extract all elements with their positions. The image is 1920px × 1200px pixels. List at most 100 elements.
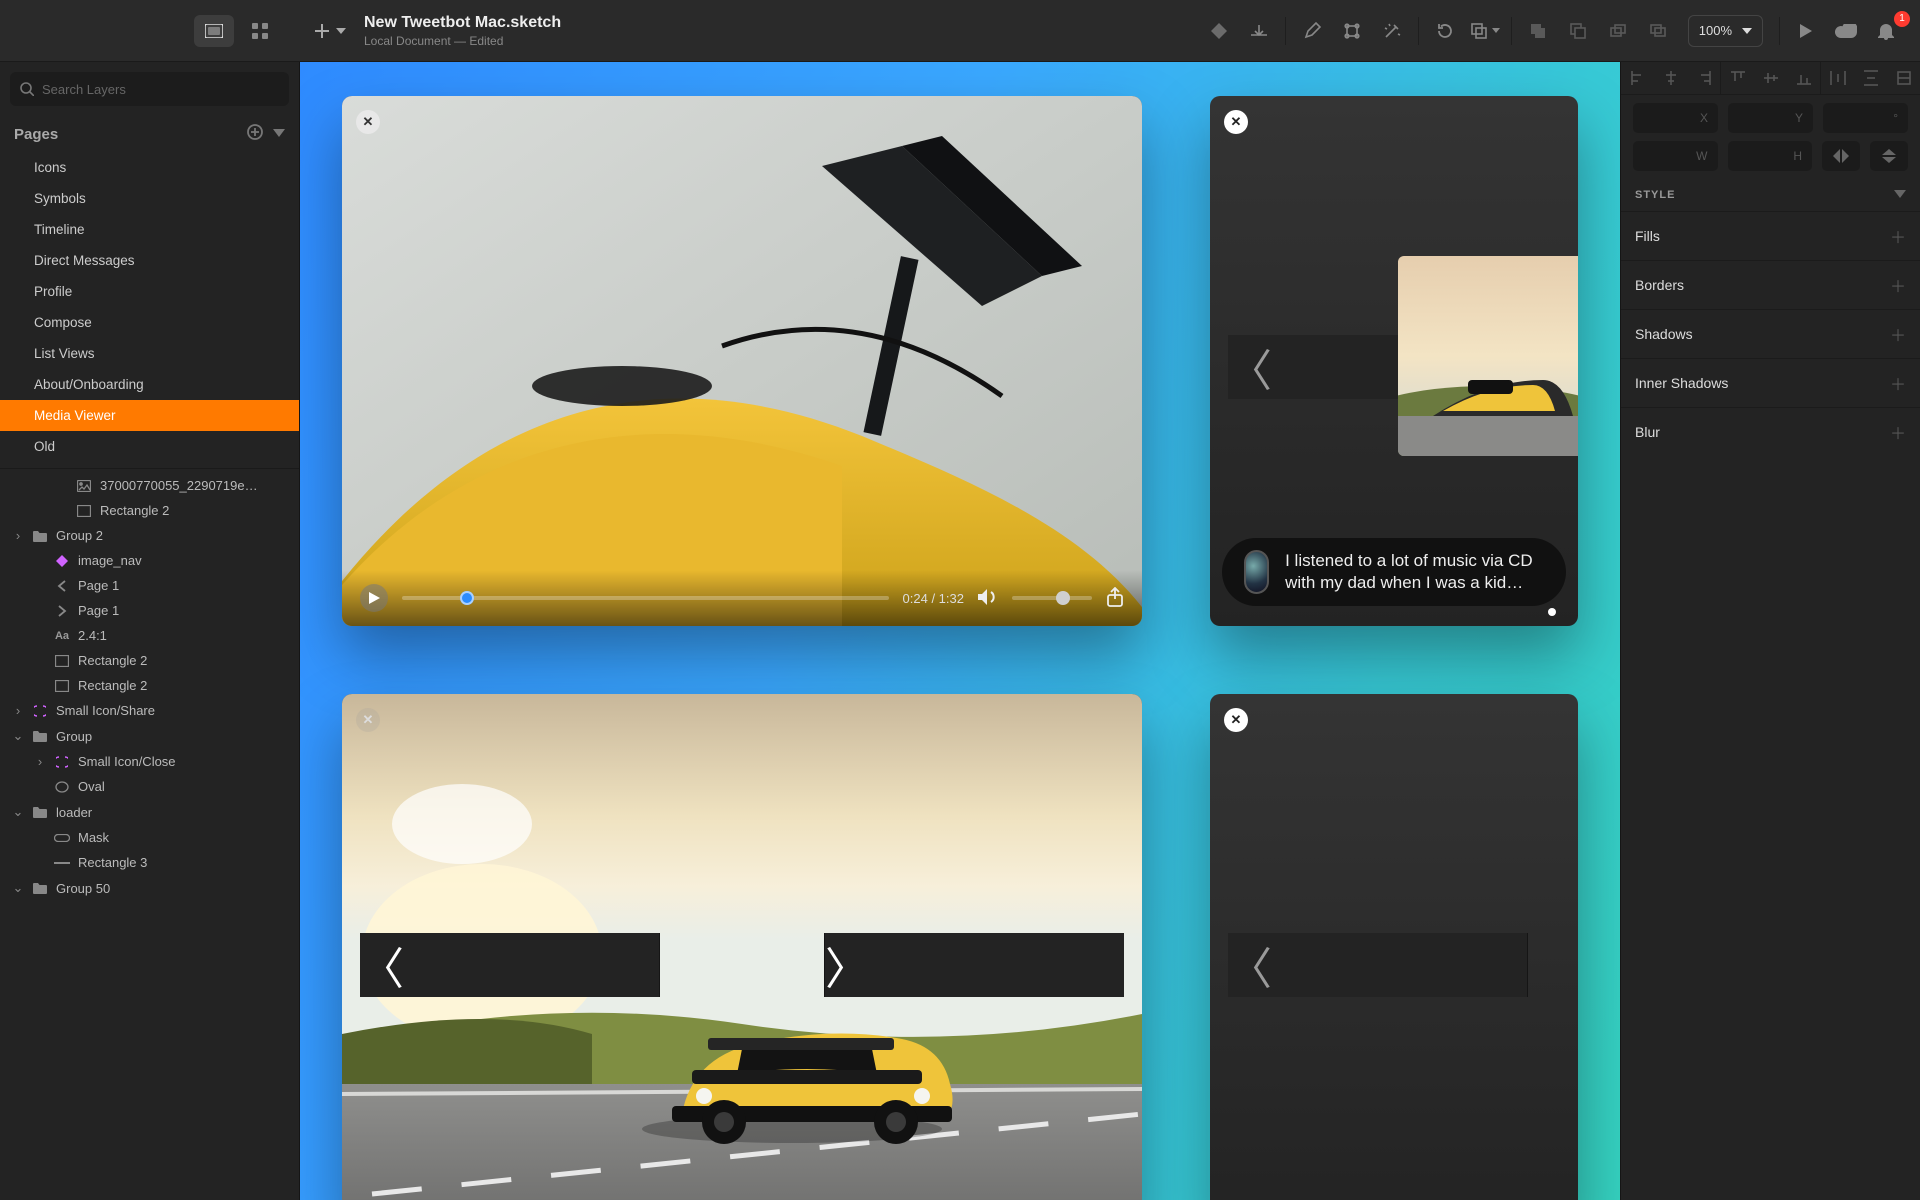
canvas[interactable]: ✕ 0:24 / 1:32 ✕ 〈	[300, 62, 1620, 1200]
artboard-empty-viewer[interactable]: ✕ 〈	[1210, 694, 1578, 1200]
layer-row[interactable]: ⌄Group 50	[0, 875, 299, 901]
zoom-dropdown[interactable]: 100%	[1688, 15, 1763, 47]
layer-row[interactable]: 37000770055_2290719e…	[0, 473, 299, 498]
align-hcenter-icon[interactable]	[1654, 62, 1687, 94]
add-style-icon[interactable]: ＋	[1890, 420, 1906, 444]
w-field[interactable]: W	[1633, 141, 1718, 171]
add-style-icon[interactable]: ＋	[1890, 273, 1906, 297]
chevron-left-icon[interactable]: 〈	[360, 933, 660, 997]
add-style-icon[interactable]: ＋	[1890, 224, 1906, 248]
artboard-image-viewer[interactable]: ✕ 〈 〉	[342, 694, 1142, 1200]
disclosure-icon[interactable]: ⌄	[12, 804, 24, 820]
volume-knob[interactable]	[1056, 591, 1070, 605]
style-prop-row[interactable]: Borders＋	[1621, 260, 1920, 309]
close-icon[interactable]: ✕	[1224, 708, 1248, 732]
artboard-video-player[interactable]: ✕ 0:24 / 1:32	[342, 96, 1142, 626]
page-item[interactable]: Compose	[0, 307, 299, 338]
align-vcenter-icon[interactable]	[1754, 62, 1787, 94]
disclosure-icon[interactable]: ›	[12, 703, 24, 718]
align-top-icon[interactable]	[1721, 62, 1754, 94]
layer-row[interactable]: Oval	[0, 774, 299, 799]
insert-button[interactable]	[314, 23, 346, 39]
layer-row[interactable]: ›Group 2	[0, 523, 299, 548]
style-chevron-icon[interactable]	[1894, 189, 1906, 201]
shape-tool-icon[interactable]	[1199, 15, 1239, 47]
play-button[interactable]	[360, 584, 388, 612]
cloud-icon[interactable]	[1826, 15, 1866, 47]
backward-icon[interactable]	[1638, 15, 1678, 47]
y-field[interactable]: Y	[1728, 103, 1813, 133]
tidy-icon[interactable]	[1887, 62, 1920, 94]
disclosure-icon[interactable]: ⌄	[12, 880, 24, 896]
align-bottom-icon[interactable]	[1787, 62, 1820, 94]
layer-row[interactable]: ›Small Icon/Share	[0, 698, 299, 723]
close-icon[interactable]: ✕	[1224, 110, 1248, 134]
avatar[interactable]	[1244, 550, 1269, 594]
page-item[interactable]: Symbols	[0, 183, 299, 214]
seek-knob[interactable]	[460, 591, 474, 605]
grid-view-icon[interactable]	[240, 15, 280, 47]
magic-tool-icon[interactable]	[1372, 15, 1412, 47]
close-icon[interactable]: ✕	[356, 708, 380, 732]
align-left-icon[interactable]	[1621, 62, 1654, 94]
layer-row[interactable]: Rectangle 2	[0, 648, 299, 673]
layer-row[interactable]: Rectangle 2	[0, 673, 299, 698]
rotate-tool-icon[interactable]	[1425, 15, 1465, 47]
symbol-tool-icon[interactable]	[1239, 15, 1279, 47]
transform-tool-icon[interactable]	[1332, 15, 1372, 47]
forward-icon[interactable]	[1598, 15, 1638, 47]
style-prop-row[interactable]: Shadows＋	[1621, 309, 1920, 358]
close-icon[interactable]: ✕	[356, 110, 380, 134]
mask-tool-icon[interactable]	[1465, 15, 1505, 47]
x-field[interactable]: X	[1633, 103, 1718, 133]
style-prop-row[interactable]: Blur＋	[1621, 407, 1920, 456]
layer-list-toggle-icon[interactable]	[194, 15, 234, 47]
layer-row[interactable]: ›Small Icon/Close	[0, 749, 299, 774]
page-item[interactable]: Old	[0, 431, 299, 462]
add-style-icon[interactable]: ＋	[1890, 322, 1906, 346]
share-icon[interactable]	[1106, 587, 1124, 610]
layer-row[interactable]: Rectangle 3	[0, 850, 299, 875]
union-icon[interactable]	[1518, 15, 1558, 47]
layer-search[interactable]	[10, 72, 289, 106]
layer-search-input[interactable]	[42, 82, 279, 97]
page-item[interactable]: Media Viewer	[0, 400, 299, 431]
notifications-icon[interactable]: 1	[1866, 15, 1906, 47]
distribute-h-icon[interactable]	[1821, 62, 1854, 94]
page-item[interactable]: About/Onboarding	[0, 369, 299, 400]
disclosure-icon[interactable]: ⌄	[12, 728, 24, 744]
align-right-icon[interactable]	[1687, 62, 1720, 94]
layer-row[interactable]: ⌄Group	[0, 723, 299, 749]
add-style-icon[interactable]: ＋	[1890, 371, 1906, 395]
flip-h-icon[interactable]	[1822, 141, 1860, 171]
layer-row[interactable]: image_nav	[0, 548, 299, 573]
chevron-right-icon[interactable]: 〉	[824, 933, 1124, 997]
chevron-left-icon[interactable]: 〈	[1228, 933, 1528, 997]
page-item[interactable]: Profile	[0, 276, 299, 307]
artboard-caption-viewer[interactable]: ✕ 〈 I listened to a lot of musi	[1210, 96, 1578, 626]
page-item[interactable]: Direct Messages	[0, 245, 299, 276]
page-item[interactable]: Icons	[0, 152, 299, 183]
layer-row[interactable]: Aa2.4:1	[0, 623, 299, 648]
layer-row[interactable]: Page 1	[0, 598, 299, 623]
h-field[interactable]: H	[1728, 141, 1813, 171]
layer-row[interactable]: Page 1	[0, 573, 299, 598]
disclosure-icon[interactable]: ›	[12, 528, 24, 543]
seek-track[interactable]	[402, 596, 889, 600]
page-item[interactable]: List Views	[0, 338, 299, 369]
volume-track[interactable]	[1012, 596, 1092, 600]
layer-row[interactable]: Mask	[0, 825, 299, 850]
layer-row[interactable]: Rectangle 2	[0, 498, 299, 523]
angle-field[interactable]: °	[1823, 103, 1908, 133]
style-prop-row[interactable]: Inner Shadows＋	[1621, 358, 1920, 407]
subtract-icon[interactable]	[1558, 15, 1598, 47]
add-page-icon[interactable]	[247, 124, 263, 144]
style-prop-row[interactable]: Fills＋	[1621, 211, 1920, 260]
volume-icon[interactable]	[978, 589, 998, 608]
layer-row[interactable]: ⌄loader	[0, 799, 299, 825]
distribute-v-icon[interactable]	[1854, 62, 1887, 94]
preview-icon[interactable]	[1786, 15, 1826, 47]
disclosure-icon[interactable]: ›	[34, 754, 46, 769]
edit-tool-icon[interactable]	[1292, 15, 1332, 47]
flip-v-icon[interactable]	[1870, 141, 1908, 171]
